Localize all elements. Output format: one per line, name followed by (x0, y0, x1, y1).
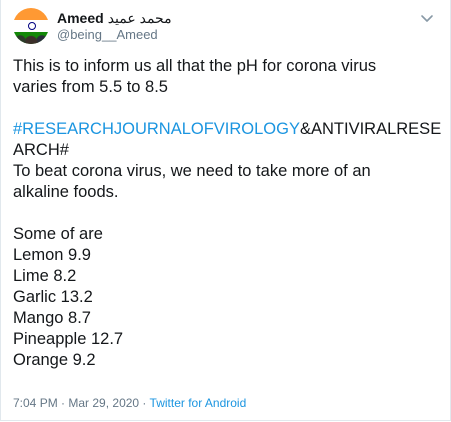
tweet-time[interactable]: 7:04 PM (13, 396, 58, 410)
author-handle[interactable]: @being__Ameed (57, 27, 172, 43)
avatar[interactable] (13, 8, 49, 44)
author-name-row[interactable]: Ameed محمد عمید (57, 10, 172, 26)
text-line: varies from 5.5 to 8.5 (13, 78, 168, 96)
tweet-date[interactable]: Mar 29, 2020 (68, 396, 139, 410)
text-line: To beat corona virus, we need to take mo… (13, 162, 371, 180)
author-block: Ameed محمد عمید @being__Ameed (57, 10, 172, 43)
text-line: This is to inform us all that the pH for… (13, 57, 377, 75)
author-name-arabic[interactable]: محمد عمید (108, 10, 172, 26)
tweet-text: This is to inform us all that the pH for… (13, 56, 442, 371)
list-item: Orange 9.2 (13, 351, 96, 369)
chevron-down-icon[interactable] (420, 14, 434, 24)
hashtag-rest: &ANTIVIRALRESE (299, 120, 442, 138)
hashtag-link[interactable]: #RESEARCHJOURNALOFVIROLOGY (13, 120, 300, 138)
list-item: Pineapple 12.7 (13, 330, 124, 348)
list-item: Lime 8.2 (13, 267, 77, 285)
list-item: Garlic 13.2 (13, 288, 93, 306)
list-title: Some of are (13, 225, 103, 243)
tweet-header: Ameed محمد عمید @being__Ameed (13, 8, 438, 44)
crowd-image (13, 28, 49, 44)
text-line: ARCH# (13, 141, 69, 159)
list-item: Lemon 9.9 (13, 246, 91, 264)
list-item: Mango 8.7 (13, 309, 91, 327)
tweet-source-link[interactable]: Twitter for Android (150, 396, 247, 410)
hashtag-line: #RESEARCHJOURNALOFVIROLOGY&ANTIVIRALRESE (13, 119, 442, 140)
tweet-meta: 7:04 PM · Mar 29, 2020 · Twitter for And… (13, 396, 246, 410)
tweet-card: Ameed محمد عمید @being__Ameed This is to … (0, 0, 451, 421)
author-name[interactable]: Ameed (57, 10, 104, 26)
meta-separator: · (139, 396, 150, 410)
meta-separator: · (57, 396, 69, 410)
text-line: alkaline foods. (13, 183, 119, 201)
